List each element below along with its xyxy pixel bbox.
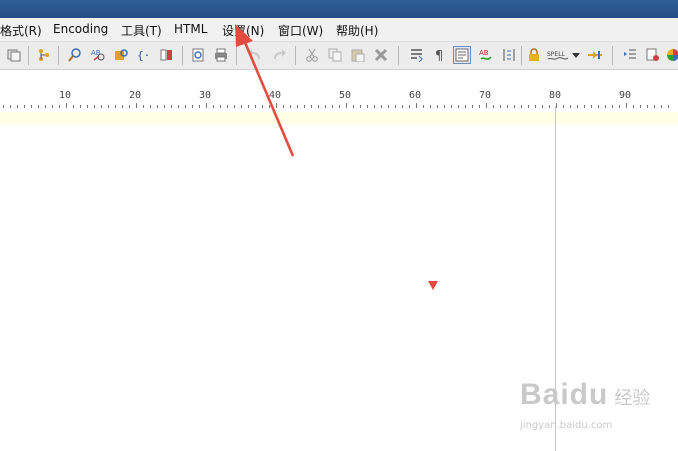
watermark-url: jingyan.baidu.com [520,420,613,431]
watermark-cn: 经验 [614,388,651,409]
watermark: Baidu 经验 jingyan.baidu.com [520,378,651,431]
watermark-brand: Baidu [520,378,609,411]
